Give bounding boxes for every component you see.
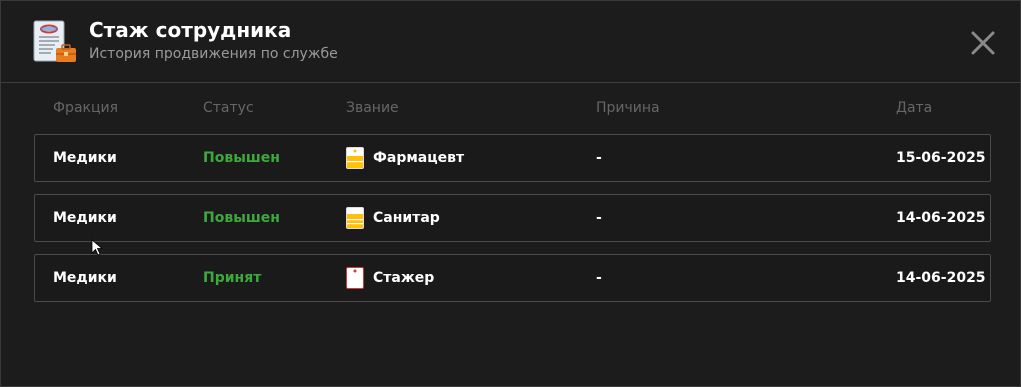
document-briefcase-icon — [33, 20, 76, 62]
date-cell: 14-06-2025 — [896, 270, 986, 286]
rank-badge-icon — [346, 147, 364, 169]
column-header-rank: Звание — [346, 100, 399, 116]
rank-cell: Фармацевт — [373, 150, 465, 166]
dialog-header: Стаж сотрудника История продвижения по с… — [1, 1, 1020, 83]
faction-cell: Медики — [53, 150, 117, 166]
date-cell: 15-06-2025 — [896, 150, 986, 166]
table-row[interactable]: Медики Принят Стажер - 14-06-2025 — [34, 254, 991, 302]
status-cell: Повышен — [203, 210, 280, 226]
column-header-status: Статус — [203, 100, 254, 116]
reason-cell: - — [596, 150, 602, 166]
status-cell: Принят — [203, 270, 262, 286]
status-cell: Повышен — [203, 150, 280, 166]
faction-cell: Медики — [53, 210, 117, 226]
mouse-cursor-icon — [91, 239, 103, 256]
dialog-subtitle: История продвижения по службе — [89, 46, 338, 62]
rank-badge-icon — [346, 207, 364, 229]
reason-cell: - — [596, 270, 602, 286]
staff-history-dialog: Стаж сотрудника История продвижения по с… — [0, 0, 1021, 387]
rank-cell: Санитар — [373, 210, 440, 226]
date-cell: 14-06-2025 — [896, 210, 986, 226]
table-row[interactable]: Медики Повышен Фармацевт - 15-06-2025 — [34, 134, 991, 182]
table-row[interactable]: Медики Повышен Санитар - 14-06-2025 — [34, 194, 991, 242]
column-header-reason: Причина — [596, 100, 660, 116]
reason-cell: - — [596, 210, 602, 226]
faction-cell: Медики — [53, 270, 117, 286]
column-header-date: Дата — [896, 100, 933, 116]
close-icon[interactable] — [965, 25, 1001, 61]
rank-cell: Стажер — [373, 270, 435, 286]
column-header-faction: Фракция — [53, 100, 119, 116]
rank-badge-empty-icon — [346, 267, 364, 289]
dialog-title: Стаж сотрудника — [89, 18, 292, 42]
